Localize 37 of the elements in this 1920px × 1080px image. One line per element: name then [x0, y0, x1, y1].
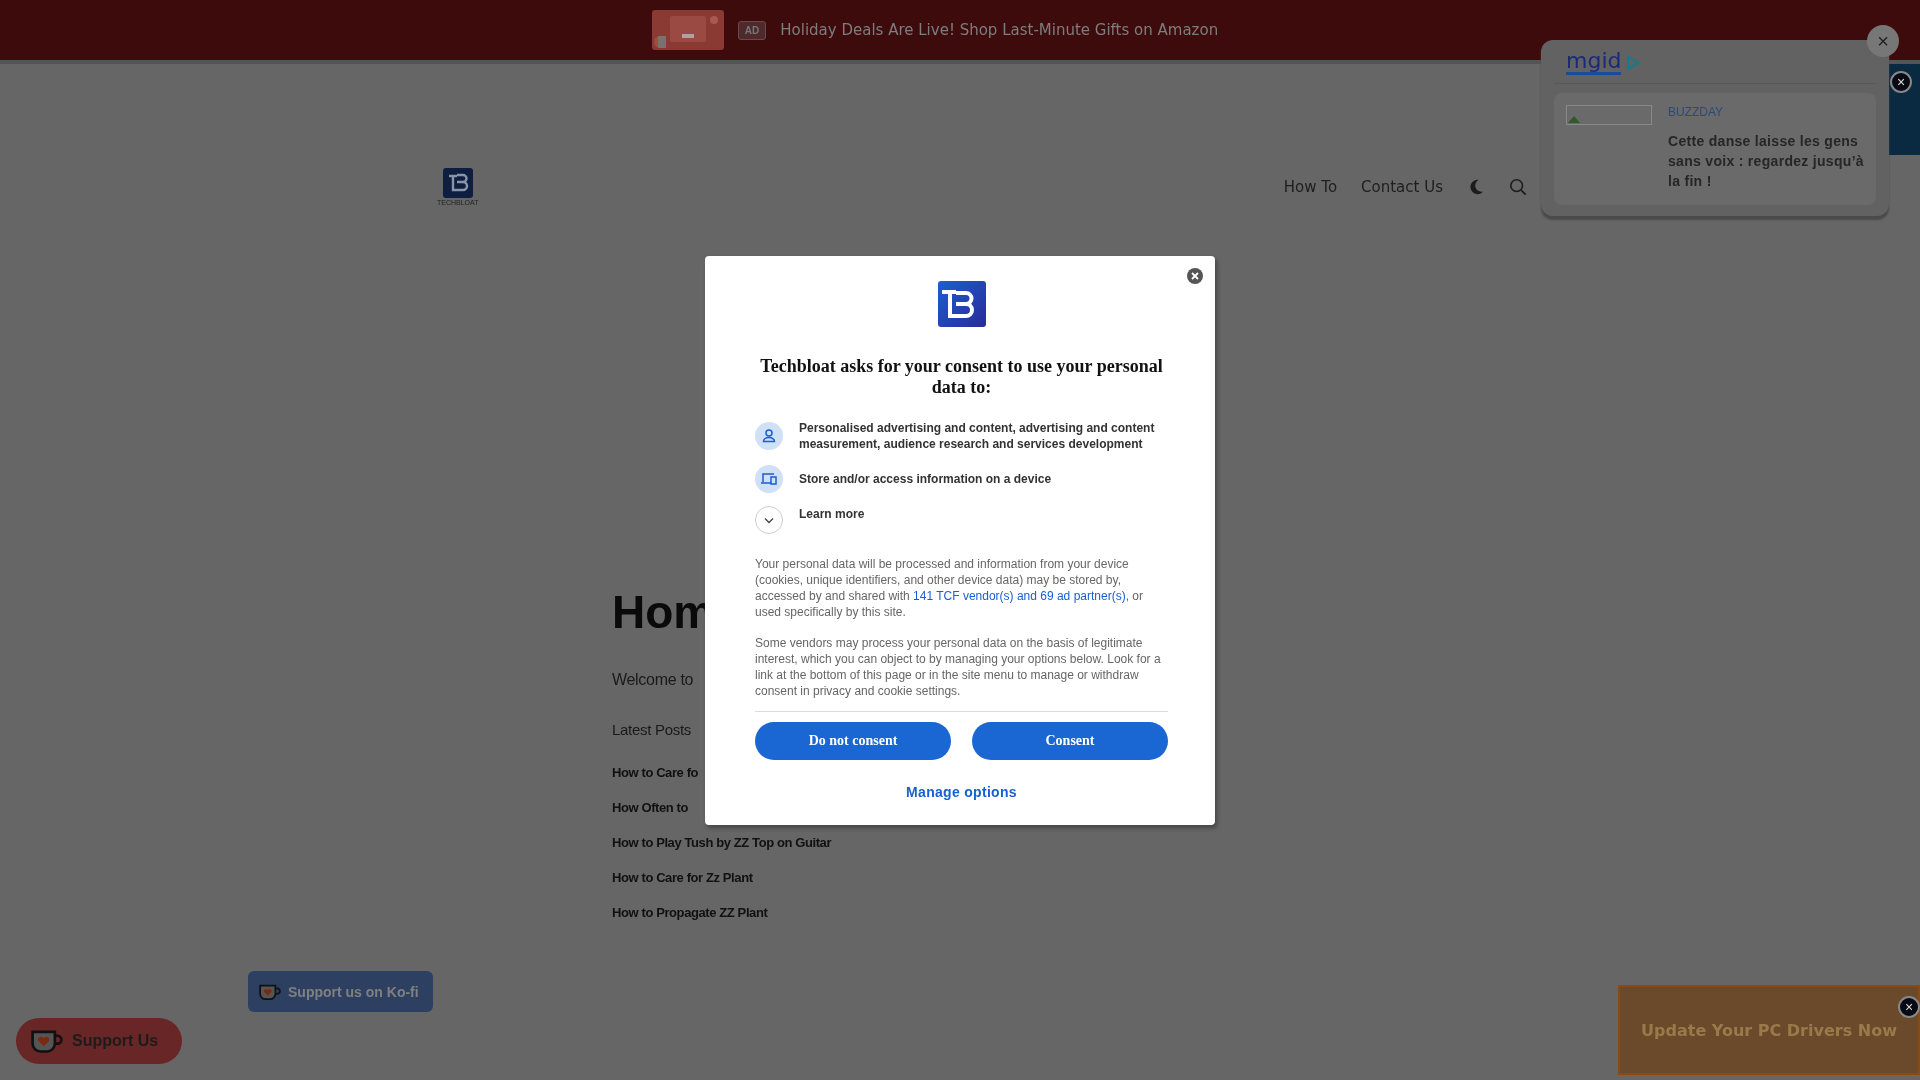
- ad-source: BUZZDAY: [1668, 105, 1725, 119]
- consent-button[interactable]: Do not consent: [755, 722, 951, 760]
- search-icon[interactable]: [1509, 178, 1527, 196]
- site-logo-icon: [937, 281, 986, 327]
- post-link[interactable]: How to Propagate ZZ Plant: [612, 904, 768, 922]
- post-link[interactable]: How to Care for Zz Plant: [612, 869, 753, 887]
- ad-headline: Cette danse laisse les gens sans voix : regardez jusqu’à la fin !: [1668, 132, 1865, 191]
- broken-image-icon: [1566, 105, 1652, 125]
- vendors-link[interactable]: 141 TCF vendor(s) and 69 ad partner(s): [913, 589, 1126, 603]
- nav-link[interactable]: Contact Us: [1361, 178, 1443, 196]
- kofi-button[interactable]: Support us on Ko-fi: [248, 971, 433, 1012]
- section-heading: Latest Posts: [612, 721, 691, 738]
- consent-paragraph: Your personal data will be processed and information from your device (cookies, unique identifiers, and other device data) may be stored by, accessed by and shared with 141 TCF vendor(s) and 69 ad partner(s), or used specifically by this site.: [755, 556, 1144, 620]
- ad-logo: mgid: [1566, 50, 1622, 75]
- purpose-text: Personalised advertising and content, advertising and content measurement, audience research and services development: [799, 420, 1156, 452]
- cup-icon: [258, 982, 282, 1001]
- purpose-text[interactable]: Learn more: [799, 506, 865, 522]
- ad-headline: Holiday Deals Are Live! Shop Last-Minute Gifts on Amazon: [780, 21, 1219, 39]
- ad-card[interactable]: BUZZDAY Cette danse laisse les gens sans voix : regardez jusqu’à la fin !: [1554, 93, 1876, 205]
- manage-options-link[interactable]: Manage options: [906, 784, 1017, 800]
- play-icon: [1625, 54, 1642, 71]
- consent-button[interactable]: Consent: [972, 722, 1168, 760]
- post-link[interactable]: How to Play Tush by ZZ Top on Guitar: [612, 834, 832, 852]
- post-link[interactable]: How to Care fo: [612, 764, 699, 782]
- devices-icon: [755, 465, 783, 493]
- moon-icon[interactable]: [1467, 178, 1485, 196]
- consent-paragraph: Some vendors may process your personal data on the basis of legitimate interest, which you can object to by managing your options below. Look for a link at the bottom of this page or in the site menu to manage or withdraw consent in privacy and cookie settings.: [755, 635, 1162, 699]
- purpose-text: Store and/or access information on a device: [799, 471, 1052, 487]
- intro-text: Welcome to: [612, 671, 694, 689]
- nav-link[interactable]: How To: [1283, 178, 1338, 196]
- site-logo-icon[interactable]: [442, 168, 473, 198]
- close-button[interactable]: [1187, 268, 1203, 284]
- post-link[interactable]: How Often to: [612, 799, 689, 817]
- ad-badge: AD: [737, 20, 767, 40]
- chevron-down-icon[interactable]: [755, 506, 783, 534]
- person-icon: [755, 422, 783, 450]
- dialog-title: Techbloat asks for your consent to use your personal data to:: [759, 356, 1164, 398]
